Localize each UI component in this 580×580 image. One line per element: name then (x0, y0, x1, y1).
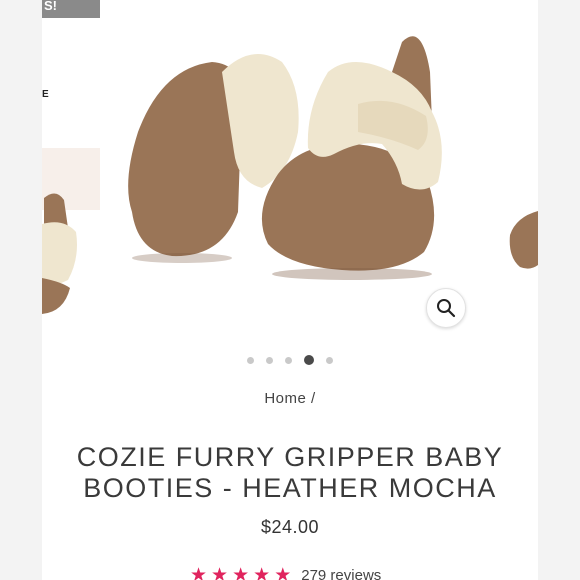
breadcrumb: Home / (42, 390, 538, 407)
star-icon: ★ (253, 565, 271, 580)
star-rating: ★ ★ ★ ★ ★ (190, 566, 291, 580)
star-icon: ★ (190, 565, 208, 580)
carousel-dot[interactable] (266, 356, 273, 364)
carousel-dot[interactable] (326, 356, 333, 364)
reviews-summary[interactable]: ★ ★ ★ ★ ★ 279 reviews (190, 566, 381, 580)
star-icon: ★ (211, 565, 229, 580)
carousel-dot[interactable] (247, 356, 254, 364)
breadcrumb-separator: / (311, 390, 316, 407)
side-menu-letter: E (42, 89, 49, 100)
promo-banner-text: S! (44, 0, 57, 13)
promo-banner-tab[interactable]: S! (42, 0, 100, 18)
product-image[interactable] (102, 12, 462, 302)
product-price: $24.00 (260, 517, 320, 537)
reviews-count: 279 reviews (301, 567, 382, 580)
next-slide-thumbnail[interactable] (508, 205, 538, 275)
star-icon: ★ (274, 565, 292, 580)
magnifier-icon (437, 299, 456, 318)
star-icon: ★ (232, 565, 250, 580)
previous-slide-thumbnail[interactable] (42, 188, 82, 318)
zoom-button[interactable] (426, 288, 466, 328)
product-page: S! E Home / COZIE FURRY GRIPPER BABY BOO… (42, 0, 538, 580)
carousel-dot[interactable] (304, 355, 314, 365)
product-title: COZIE FURRY GRIPPER BABY BOOTIES - HEATH… (76, 442, 504, 504)
carousel-dot[interactable] (285, 356, 292, 364)
breadcrumb-home-link[interactable]: Home (264, 390, 306, 407)
carousel-dots (42, 355, 538, 365)
